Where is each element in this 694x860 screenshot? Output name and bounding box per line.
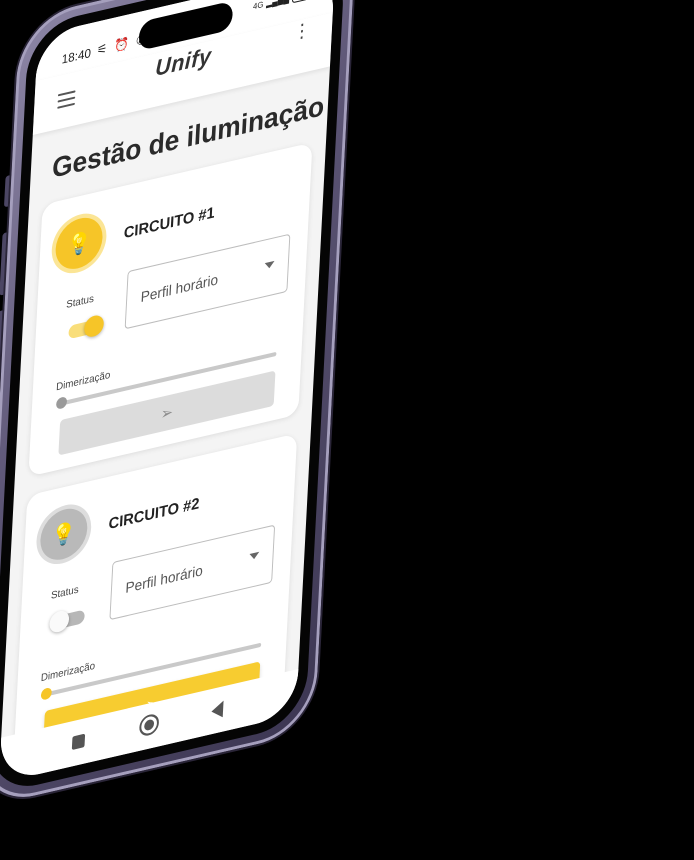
- recents-icon[interactable]: [71, 733, 86, 751]
- dimming-label: Dimerização: [40, 660, 96, 685]
- profile-select[interactable]: Perfil horário: [109, 524, 276, 621]
- status-time: 18:40: [61, 45, 92, 67]
- status-toggle[interactable]: [48, 608, 85, 635]
- profile-select-value: Perfil horário: [125, 561, 204, 597]
- circuit-title: CIRCUITO #1: [123, 203, 216, 243]
- phone-device: 18:40 ⚟ ⏰ ✆ ▣ 4G ▂▄▆█ 38 Unify ⋮ Gestão …: [0, 0, 356, 809]
- battery-icon: 38: [291, 0, 310, 4]
- slider-thumb[interactable]: [55, 395, 68, 410]
- phone-screen: 18:40 ⚟ ⏰ ✆ ▣ 4G ▂▄▆█ 38 Unify ⋮ Gestão …: [0, 0, 336, 784]
- status-label: Status: [65, 293, 95, 312]
- status-toggle[interactable]: [68, 313, 105, 340]
- circuit-title: CIRCUITO #2: [108, 494, 200, 534]
- network-label: 4G: [252, 0, 264, 11]
- circuit-card-1: 💡 CIRCUITO #1 Status Perfil horário Dime…: [28, 142, 313, 477]
- toggle-knob: [83, 313, 105, 339]
- status-label: Status: [50, 584, 79, 602]
- chevron-down-icon: [264, 260, 275, 270]
- lightbulb-icon: 💡: [39, 503, 89, 565]
- lightbulb-icon: 💡: [54, 213, 104, 274]
- chevron-down-icon: [249, 551, 260, 561]
- back-icon[interactable]: [211, 700, 224, 720]
- slider-thumb[interactable]: [40, 686, 52, 701]
- home-icon[interactable]: [138, 712, 159, 738]
- hamburger-menu-icon[interactable]: [57, 90, 76, 113]
- send-icon: ➢: [160, 403, 174, 424]
- dimming-label: Dimerização: [55, 369, 111, 394]
- signal-icon: ▂▄▆█: [266, 0, 290, 8]
- more-options-icon[interactable]: ⋮: [293, 18, 312, 43]
- status-right-group: 4G ▂▄▆█ 38: [252, 0, 310, 12]
- profile-select-value: Perfil horário: [140, 270, 219, 306]
- toggle-knob: [48, 608, 70, 635]
- profile-select[interactable]: Perfil horário: [124, 233, 291, 330]
